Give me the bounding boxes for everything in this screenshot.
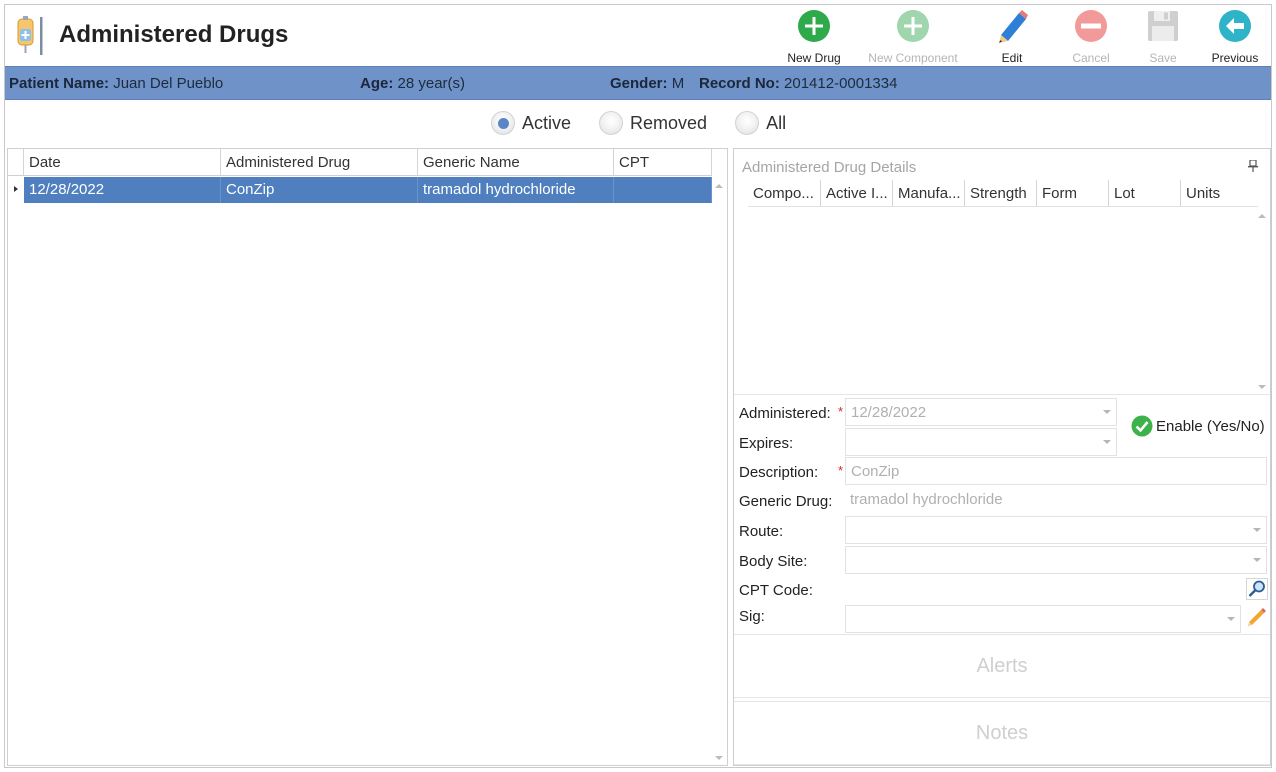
column-header-active-ingredient[interactable]: Active I... <box>821 180 893 207</box>
search-icon[interactable] <box>1246 578 1268 600</box>
description-field[interactable]: ConZip <box>845 457 1267 485</box>
body-site-select[interactable] <box>845 546 1267 574</box>
filter-all-radio[interactable]: All <box>735 111 786 135</box>
app-window: Administered Drugs New Drug New Componen… <box>4 4 1272 768</box>
chevron-down-icon <box>1227 617 1235 621</box>
arrow-left-circle-icon <box>1219 10 1251 42</box>
pin-icon[interactable] <box>1248 160 1258 172</box>
description-label: Description: <box>739 464 819 481</box>
sig-select[interactable] <box>845 605 1241 633</box>
patient-record-no: Record No: 201412-0001334 <box>699 75 898 92</box>
patient-age: Age: 28 year(s) <box>360 75 466 92</box>
expires-label: Expires: <box>739 435 794 452</box>
column-header-generic-name[interactable]: Generic Name <box>418 149 614 176</box>
previous-label: Previous <box>1211 51 1259 65</box>
chevron-down-icon <box>1103 440 1111 444</box>
cell-date: 12/28/2022 <box>24 177 221 203</box>
column-header-strength[interactable]: Strength <box>965 180 1037 207</box>
new-drug-button[interactable]: New Drug <box>771 9 857 65</box>
column-header-component[interactable]: Compo... <box>748 180 821 207</box>
grid-header: Date Administered Drug Generic Name CPT <box>8 149 712 176</box>
save-label: Save <box>1149 51 1177 65</box>
save-button[interactable]: Save <box>1127 9 1199 65</box>
column-header-manufacturer[interactable]: Manufa... <box>893 180 965 207</box>
required-indicator: * <box>838 404 844 419</box>
status-filter: Active Removed All <box>491 111 786 135</box>
row-indicator-header <box>8 149 24 176</box>
details-panel-title: Administered Drug Details <box>742 159 917 176</box>
expires-date-field[interactable] <box>845 428 1117 456</box>
generic-drug-value: tramadol hydrochloride <box>845 486 1267 514</box>
sig-label: Sig: <box>739 608 765 625</box>
components-grid-body <box>734 207 1270 395</box>
edit-label: Edit <box>1001 51 1023 65</box>
scroll-up-icon[interactable] <box>714 181 724 191</box>
previous-button[interactable]: Previous <box>1199 9 1271 65</box>
pencil-icon[interactable] <box>1246 606 1268 628</box>
filter-removed-radio[interactable]: Removed <box>599 111 707 135</box>
iv-drug-bag-icon <box>17 16 43 55</box>
column-header-lot[interactable]: Lot <box>1109 180 1181 207</box>
filter-active-radio[interactable]: Active <box>491 111 571 135</box>
scroll-down-icon[interactable] <box>1257 382 1267 392</box>
current-row-indicator-icon <box>8 177 24 203</box>
column-header-administered-drug[interactable]: Administered Drug <box>221 149 418 176</box>
patient-name: Patient Name: Juan Del Pueblo <box>9 75 224 92</box>
cpt-code-label: CPT Code: <box>739 582 813 599</box>
cell-generic-name: tramadol hydrochloride <box>418 177 614 203</box>
plus-circle-icon <box>897 10 929 42</box>
scroll-up-icon[interactable] <box>1257 211 1267 221</box>
grid-vertical-scrollbar[interactable] <box>711 177 727 765</box>
administered-date-field[interactable]: 12/28/2022 <box>845 398 1117 426</box>
radio-button-icon <box>735 111 760 135</box>
cell-administered-drug: ConZip <box>221 177 418 203</box>
radio-button-icon <box>599 111 624 135</box>
app-header: Administered Drugs New Drug New Componen… <box>5 5 1271 67</box>
chevron-down-icon <box>1103 410 1111 414</box>
notes-section[interactable]: Notes <box>734 701 1270 765</box>
new-component-label: New Component <box>868 51 958 65</box>
toolbar: New Drug New Component Edit Cancel Save … <box>771 9 1271 67</box>
patient-gender: Gender: M <box>610 75 685 92</box>
route-select[interactable] <box>845 516 1267 544</box>
column-header-units[interactable]: Units <box>1181 180 1258 207</box>
route-label: Route: <box>739 523 784 540</box>
alerts-section[interactable]: Alerts <box>734 634 1270 698</box>
plus-circle-icon <box>798 10 830 42</box>
scroll-down-icon[interactable] <box>714 753 724 763</box>
body-site-label: Body Site: <box>739 553 808 570</box>
table-row[interactable]: 12/28/2022 ConZip tramadol hydrochloride <box>8 177 712 203</box>
floppy-disk-icon <box>1148 11 1178 41</box>
pencil-icon <box>999 10 1028 43</box>
chevron-down-icon <box>1253 528 1261 532</box>
administered-label: Administered: <box>739 405 831 422</box>
column-header-date[interactable]: Date <box>24 149 221 176</box>
components-grid-header: Compo... Active I... Manufa... Strength … <box>748 180 1258 207</box>
new-drug-label: New Drug <box>787 51 841 65</box>
administered-drug-details-panel: Administered Drug Details Compo... Activ… <box>733 148 1271 766</box>
components-vertical-scrollbar[interactable] <box>1254 207 1270 394</box>
cancel-label: Cancel <box>1072 51 1110 65</box>
cancel-button[interactable]: Cancel <box>1055 9 1127 65</box>
column-header-cpt[interactable]: CPT <box>614 149 712 176</box>
new-component-button[interactable]: New Component <box>857 9 969 65</box>
enable-toggle[interactable]: Enable (Yes/No) <box>1131 415 1265 437</box>
chevron-down-icon <box>1253 558 1261 562</box>
check-circle-icon <box>1131 415 1153 437</box>
column-header-form[interactable]: Form <box>1037 180 1109 207</box>
patient-info-bar: Patient Name: Juan Del Pueblo Age: 28 ye… <box>5 66 1271 100</box>
radio-button-icon <box>491 111 515 135</box>
administered-drugs-grid: Date Administered Drug Generic Name CPT … <box>7 148 728 766</box>
minus-circle-icon <box>1075 10 1107 42</box>
required-indicator: * <box>838 463 844 478</box>
generic-drug-label: Generic Drug: <box>739 493 833 510</box>
page-title: Administered Drugs <box>59 21 289 48</box>
edit-button[interactable]: Edit <box>969 9 1055 65</box>
cell-cpt <box>614 177 712 203</box>
